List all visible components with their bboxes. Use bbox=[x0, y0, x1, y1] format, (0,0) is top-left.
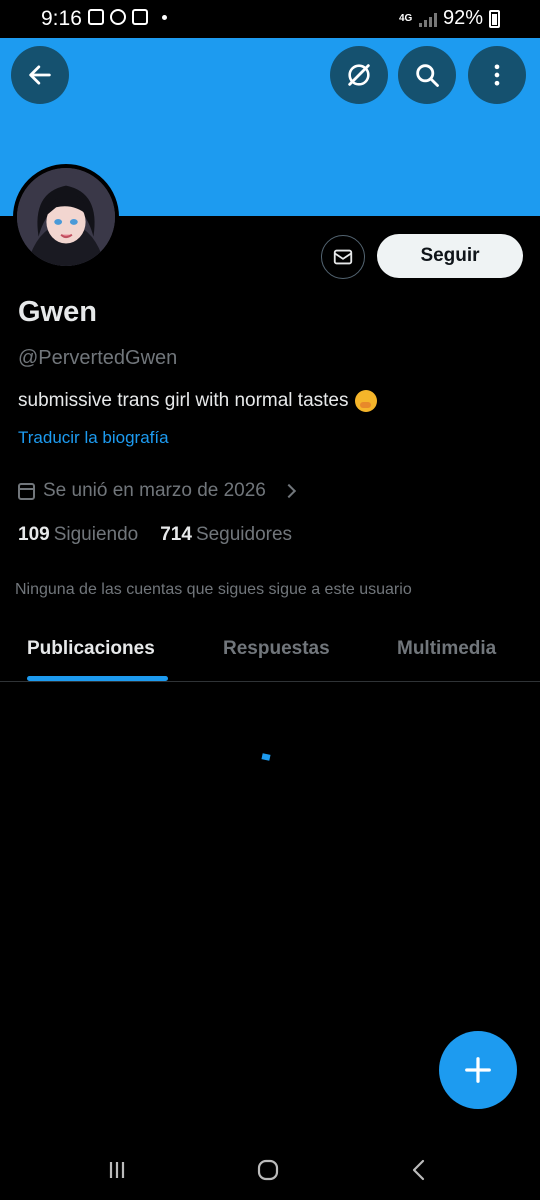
tab-publicaciones[interactable]: Publicaciones bbox=[27, 638, 155, 660]
recent-apps-icon bbox=[109, 1162, 125, 1178]
followers-label: Seguidores bbox=[195, 524, 293, 545]
mutual-followers-note: Ninguna de las cuentas que sigues sigue … bbox=[15, 581, 412, 598]
system-nav-bar bbox=[0, 1140, 540, 1200]
more-options-button[interactable] bbox=[468, 46, 526, 104]
status-right: 4G 92% bbox=[399, 7, 500, 30]
battery-icon bbox=[489, 9, 500, 28]
back-button[interactable] bbox=[11, 46, 69, 104]
back-arrow-icon bbox=[29, 65, 51, 85]
avatar[interactable] bbox=[13, 164, 119, 270]
compose-button[interactable] bbox=[439, 1031, 517, 1109]
active-tab-indicator bbox=[27, 676, 168, 681]
following-label: Siguiendo bbox=[53, 524, 139, 545]
joined-text: Se unió en marzo de 2026 bbox=[43, 480, 266, 501]
grok-icon bbox=[348, 64, 370, 86]
bio-text: submissive trans girl with normal tastes bbox=[18, 390, 349, 411]
recent-apps-button[interactable] bbox=[97, 1154, 137, 1186]
video-icon bbox=[132, 9, 148, 25]
status-time: 9:16 bbox=[41, 7, 82, 30]
translate-bio-link[interactable]: Traducir la biografía bbox=[18, 428, 169, 448]
mail-icon bbox=[333, 249, 353, 265]
followers-count[interactable]: 714 Seguidores bbox=[160, 524, 292, 546]
whatsapp-icon bbox=[110, 9, 126, 25]
followers-number: 714 bbox=[160, 524, 192, 545]
search-icon bbox=[416, 64, 439, 87]
signal-icon bbox=[418, 11, 437, 27]
network-type: 4G bbox=[398, 12, 413, 24]
plus-icon bbox=[465, 1057, 491, 1083]
following-number: 109 bbox=[18, 524, 50, 545]
tab-respuestas[interactable]: Respuestas bbox=[223, 638, 330, 660]
profile-handle: @PervertedGwen bbox=[18, 347, 178, 369]
grok-button[interactable] bbox=[330, 46, 388, 104]
calendar-icon bbox=[18, 482, 35, 500]
system-back-button[interactable] bbox=[400, 1154, 440, 1186]
profile-tabs: Publicaciones Respuestas Multimedia bbox=[0, 620, 540, 682]
avatar-image bbox=[17, 168, 115, 266]
home-icon bbox=[257, 1159, 279, 1181]
profile-bio: submissive trans girl with normal tastes bbox=[18, 390, 377, 412]
chevron-left-icon bbox=[412, 1159, 425, 1181]
chevron-right-icon bbox=[281, 483, 296, 499]
following-count[interactable]: 109 Siguiendo bbox=[18, 524, 138, 546]
gallery-icon bbox=[88, 9, 104, 25]
shushing-face-emoji-icon bbox=[354, 390, 377, 412]
message-button[interactable] bbox=[321, 235, 365, 279]
follow-counts: 109 Siguiendo 714 Seguidores bbox=[18, 524, 292, 546]
home-button[interactable] bbox=[248, 1154, 288, 1186]
notification-icons bbox=[88, 9, 167, 25]
search-button[interactable] bbox=[398, 46, 456, 104]
joined-date[interactable]: Se unió en marzo de 2026 bbox=[18, 480, 296, 502]
more-notifications-dot-icon bbox=[162, 14, 167, 20]
follow-button[interactable]: Seguir bbox=[377, 234, 523, 278]
battery-percent: 92% bbox=[442, 7, 483, 29]
status-bar: 9:16 4G 92% bbox=[0, 0, 540, 38]
loading-spinner-icon bbox=[261, 753, 271, 761]
tab-multimedia[interactable]: Multimedia bbox=[397, 638, 496, 660]
more-vertical-icon bbox=[494, 64, 500, 86]
profile-name: Gwen bbox=[18, 296, 97, 328]
